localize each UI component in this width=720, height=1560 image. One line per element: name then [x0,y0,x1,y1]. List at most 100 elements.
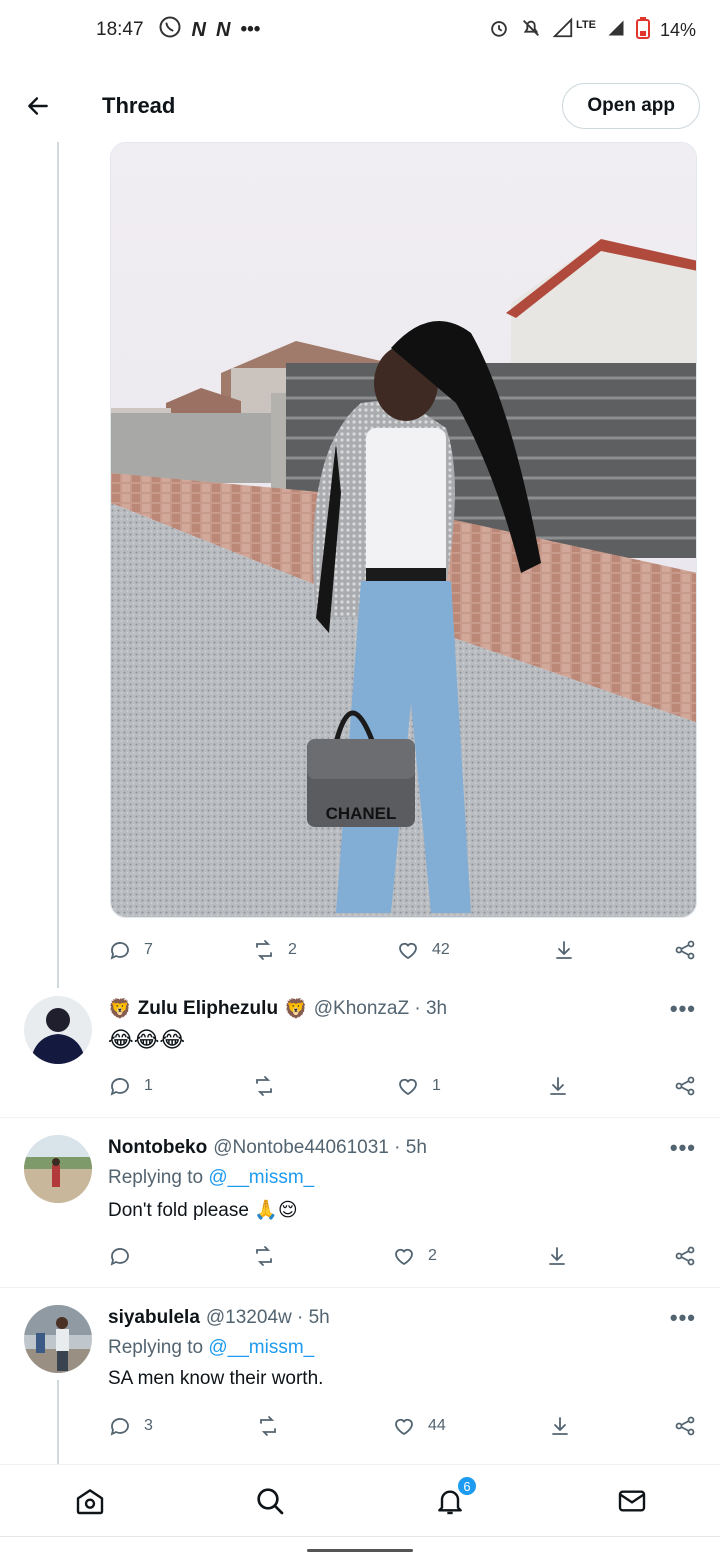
handle-and-time[interactable]: @13204w · 5h [206,1307,330,1329]
save-button[interactable] [548,1414,572,1438]
share-icon [675,1246,695,1266]
reply-tweet-actions: 1 1 [108,1066,700,1106]
thread-line [57,1380,59,1464]
nav-notifications[interactable]: 6 [432,1475,478,1519]
search-icon [257,1488,284,1515]
tweet-header: Nontobeko @Nontobe44061031 · 5h ••• [108,1135,696,1161]
avatar[interactable] [24,996,92,1064]
share-button[interactable] [673,1244,697,1268]
main-tweet-actions: 7 2 42 [108,930,700,970]
download-icon [552,1417,568,1435]
replying-to-label: Replying to [108,1337,204,1358]
retweet-button[interactable] [256,1414,280,1438]
divider [0,1287,720,1288]
reply-icon [110,1078,129,1096]
share-icon [675,1416,695,1436]
download-icon [549,1247,565,1265]
download-icon [550,1077,566,1095]
like-button[interactable]: 44 [392,1414,446,1438]
heart-icon [399,1078,417,1096]
bag-brand-text: CHANEL [326,804,397,823]
open-app-button[interactable]: Open app [562,83,700,129]
lion-emoji: 🦁 [284,999,308,1020]
mail-icon [618,1490,646,1512]
share-icon [675,1076,695,1096]
bottom-navigation: 6 [0,1464,720,1536]
handle-and-time[interactable]: @KhonzaZ · 3h [314,998,447,1020]
retweet-icon [256,940,272,960]
alarm-icon [488,17,510,44]
tweet-text: 😂😂😂 [108,1027,186,1052]
tweet-header: 🦁 Zulu Eliphezulu 🦁 @KhonzaZ · 3h ••• [108,996,696,1022]
share-icon [675,940,695,960]
like-count: 42 [432,941,450,958]
notification-badge: 6 [456,1475,478,1497]
reply-count: 3 [144,1417,153,1434]
like-button[interactable]: 1 [396,1074,441,1098]
heart-icon [395,1418,413,1436]
retweet-button[interactable]: 2 [252,938,297,962]
retweet-button[interactable] [252,1074,276,1098]
replying-to-line: Replying to @__missm_ [108,1167,314,1189]
replying-to-label: Replying to [108,1167,204,1188]
battery-icon [635,16,650,44]
like-button[interactable]: 2 [392,1244,437,1268]
save-button[interactable] [546,1074,570,1098]
tweet-header: siyabulela @13204w · 5h ••• [108,1305,696,1331]
mention-link[interactable]: @__missm_ [208,1337,314,1358]
nav-home[interactable] [72,1483,108,1519]
status-bar: 18:47 N N ••• LTE 14% [0,0,720,60]
tweet-text: Don't fold please 🙏😌 [108,1200,298,1221]
reply-button[interactable]: 3 [108,1414,153,1438]
avatar[interactable] [24,1135,92,1203]
nav-search[interactable] [252,1483,288,1519]
reply-icon [110,1248,129,1266]
retweet-icon [260,1416,276,1436]
top-header: Thread Open app [0,70,720,142]
share-button[interactable] [673,938,697,962]
display-name[interactable]: Zulu Eliphezulu [138,998,278,1020]
reply-count: 1 [144,1077,153,1094]
display-name[interactable]: siyabulela [108,1307,200,1329]
share-button[interactable] [673,1414,697,1438]
back-button[interactable] [24,92,52,120]
signal-icon [552,17,574,44]
reply-tweet-actions: 2 [108,1236,700,1276]
reply-tweet-actions: 3 44 [108,1406,700,1446]
like-button[interactable]: 42 [396,938,450,962]
battery-level: 14% [659,19,696,40]
mention-link[interactable]: @__missm_ [208,1167,314,1188]
reply-button[interactable] [108,1244,132,1268]
home-gesture-pill[interactable] [307,1549,413,1552]
reply-button[interactable]: 1 [108,1074,153,1098]
photo-image: CHANEL [111,143,696,917]
replying-to-line: Replying to @__missm_ [108,1337,314,1359]
heart-icon [395,1248,413,1266]
avatar[interactable] [24,1305,92,1373]
tweet-photo[interactable]: CHANEL [110,142,697,918]
handle-and-time[interactable]: @Nontobe44061031 · 5h [213,1137,427,1159]
back-arrow-icon [28,97,48,115]
save-button[interactable] [545,1244,569,1268]
more-options-icon[interactable]: ••• [670,1305,696,1331]
netflix-icon: N [191,18,206,41]
like-count: 1 [432,1077,441,1094]
reply-button[interactable]: 7 [108,938,153,962]
mute-icon [520,17,542,44]
nav-messages[interactable] [614,1483,650,1519]
display-name[interactable]: Nontobeko [108,1137,207,1159]
like-count: 2 [428,1247,437,1264]
more-options-icon[interactable]: ••• [670,996,696,1022]
thread-line [57,142,59,988]
system-gesture-bar [0,1536,720,1560]
status-left-icons: N N ••• [158,15,261,45]
retweet-button[interactable] [252,1244,276,1268]
lte-label: LTE [576,19,596,31]
more-options-icon[interactable]: ••• [670,1135,696,1161]
status-right-icons: LTE 14% [488,16,696,44]
share-button[interactable] [673,1074,697,1098]
home-icon [76,1489,104,1515]
reply-icon [110,1418,129,1436]
save-button[interactable] [552,938,576,962]
more-dots-icon: ••• [240,19,261,40]
